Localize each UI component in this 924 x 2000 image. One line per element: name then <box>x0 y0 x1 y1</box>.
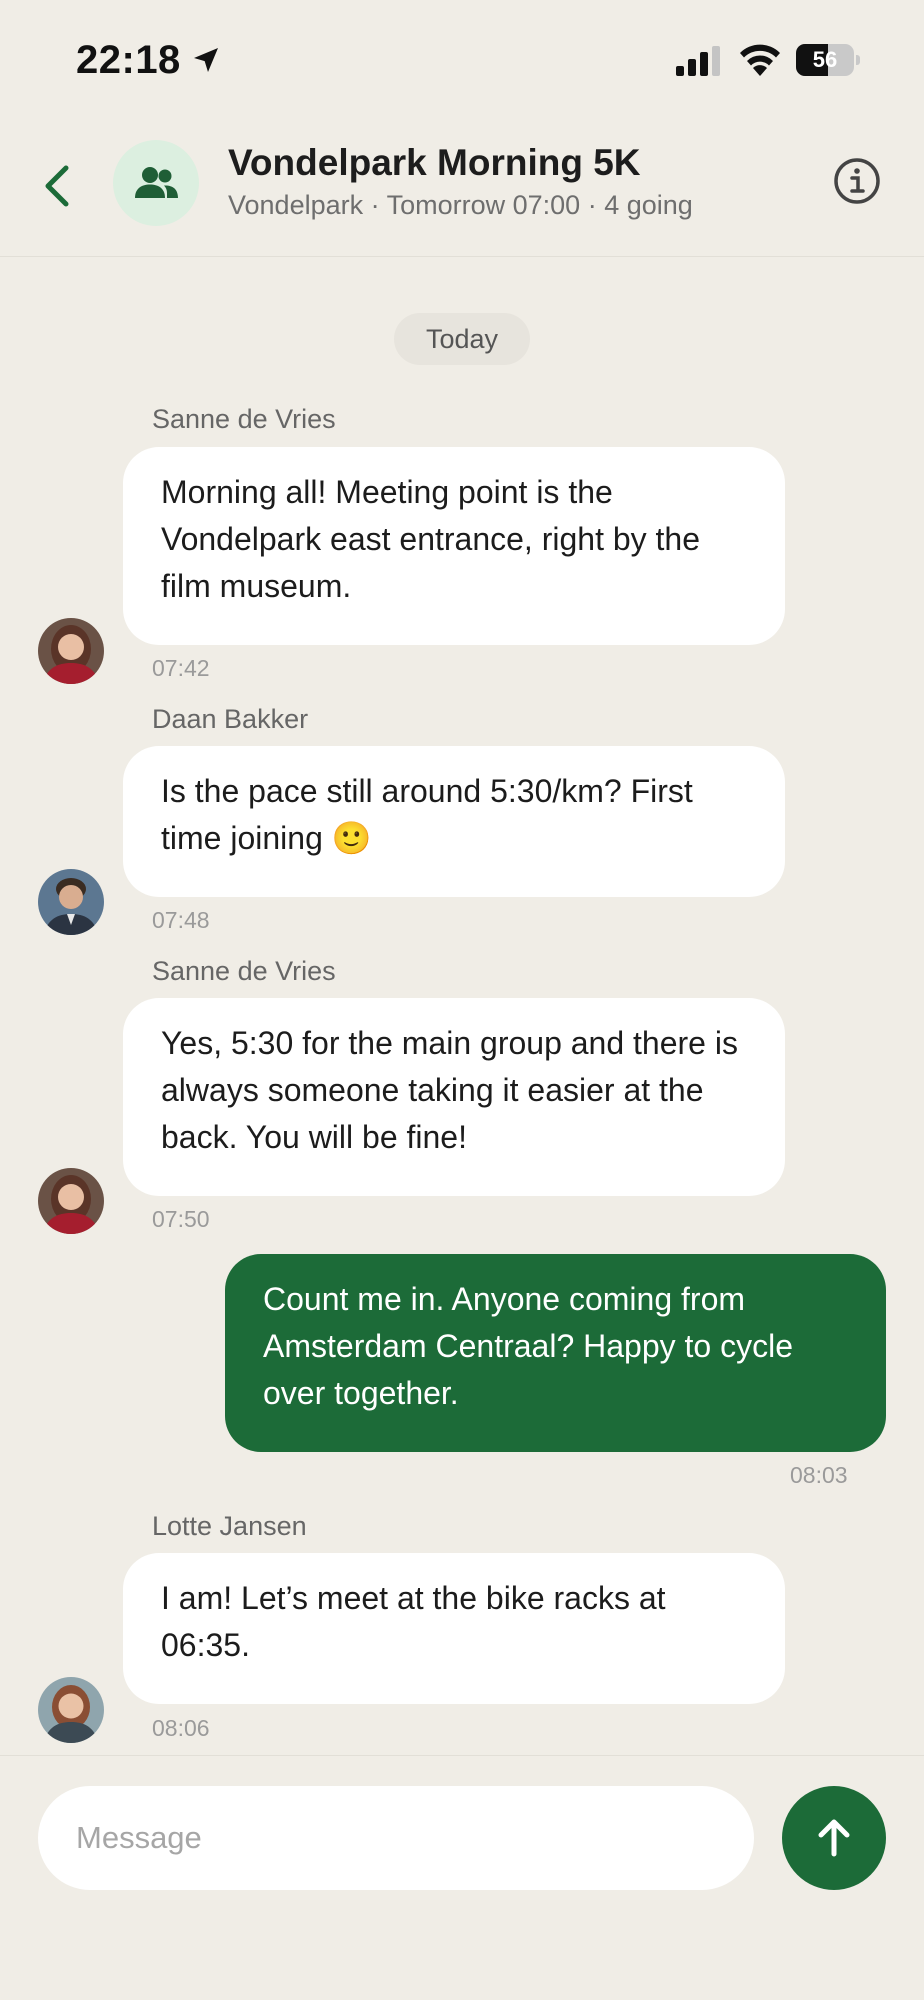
avatar[interactable] <box>38 869 104 935</box>
arrow-up-icon <box>818 1819 850 1857</box>
group-icon <box>135 167 178 198</box>
avatar[interactable] <box>38 1168 104 1234</box>
message-time: 08:06 <box>152 1715 210 1741</box>
message-bubble[interactable]: I am! Let’s meet at the bike racks at 06… <box>123 1553 785 1704</box>
date-separator: Today <box>394 313 530 365</box>
info-button[interactable] <box>832 156 882 206</box>
send-button[interactable] <box>782 1786 886 1890</box>
message-bubble-outgoing[interactable]: Count me in. Anyone coming from Amsterda… <box>225 1254 886 1452</box>
battery-indicator: 56 <box>796 44 860 76</box>
status-bar: 22:18 56 <box>0 0 924 120</box>
message-sender: Sanne de Vries <box>152 956 336 986</box>
message-composer <box>0 1755 924 2000</box>
message-bubble[interactable]: Is the pace still around 5:30/km? First … <box>123 746 785 897</box>
message-time: 07:42 <box>152 655 210 681</box>
message-bubble[interactable]: Yes, 5:30 for the main group and there i… <box>123 998 785 1196</box>
chat-title: Vondelpark Morning 5K <box>228 142 641 183</box>
chevron-left-icon <box>45 165 69 207</box>
message-input[interactable] <box>38 1786 754 1890</box>
chat-subtitle: Vondelpark · Tomorrow 07:00 · 4 going <box>228 190 693 220</box>
message-sender: Daan Bakker <box>152 704 309 734</box>
message-list[interactable]: Today Sanne de Vries Morning all! Meetin… <box>0 257 924 1755</box>
message-bubble[interactable]: Morning all! Meeting point is the Vondel… <box>123 447 785 645</box>
status-time: 22:18 <box>76 38 181 82</box>
message-time: 08:03 <box>790 1462 848 1488</box>
back-button[interactable] <box>32 156 82 216</box>
message-time: 07:50 <box>152 1206 210 1232</box>
wifi-icon <box>740 44 780 76</box>
cellular-signal-icon <box>676 46 720 76</box>
avatar[interactable] <box>38 618 104 684</box>
info-icon <box>834 158 880 204</box>
chat-header-text[interactable]: Vondelpark Morning 5K Vondelpark · Tomor… <box>228 142 693 221</box>
chat-header: Vondelpark Morning 5K Vondelpark · Tomor… <box>0 120 924 257</box>
message-sender: Lotte Jansen <box>152 1511 307 1541</box>
avatar[interactable] <box>38 1677 104 1743</box>
battery-level: 56 <box>812 47 838 72</box>
location-arrow-icon <box>194 48 218 72</box>
message-time: 07:48 <box>152 907 210 933</box>
group-avatar[interactable] <box>113 140 199 226</box>
message-sender: Sanne de Vries <box>152 404 336 434</box>
